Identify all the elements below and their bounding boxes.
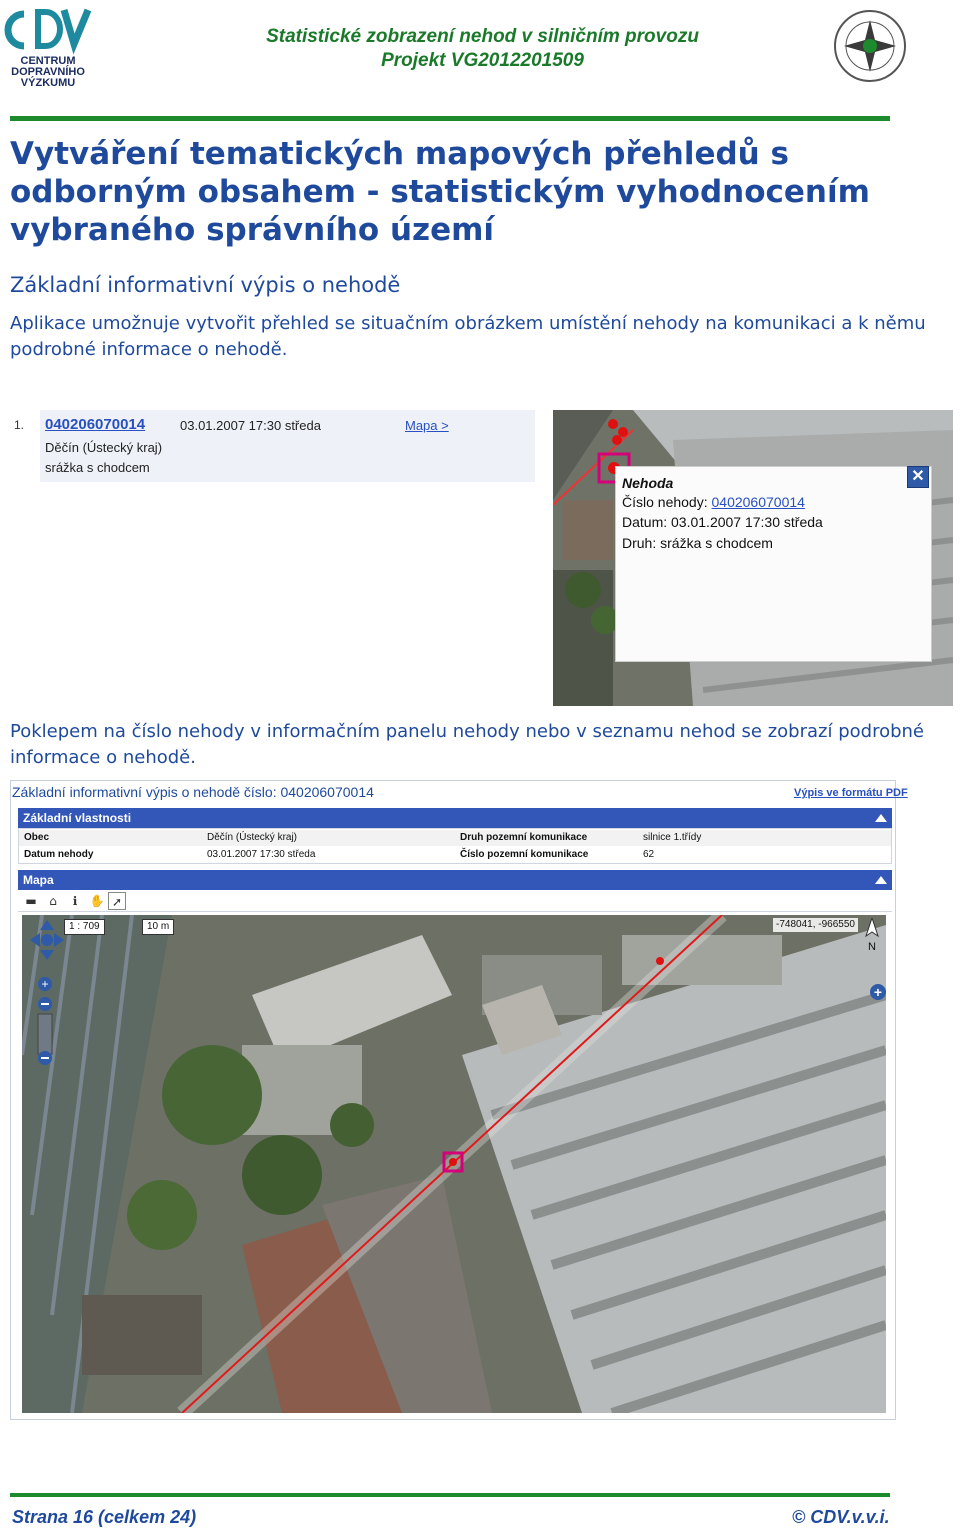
footer-rule xyxy=(10,1493,890,1497)
map-link[interactable]: Mapa > xyxy=(405,418,449,434)
scale-bar: 10 m xyxy=(142,919,175,935)
collapse-icon[interactable] xyxy=(875,814,887,822)
popup-id-label: Číslo nehody: xyxy=(622,494,708,510)
info-icon[interactable]: ℹ xyxy=(66,892,84,910)
popup-id-link[interactable]: 040206070014 xyxy=(712,494,805,510)
page-number: Strana 16 (celkem 24) xyxy=(12,1507,197,1527)
section-properties-label: Základní vlastnosti xyxy=(23,811,132,825)
page-heading: Vytváření tematických mapových přehledů … xyxy=(10,136,870,248)
logo-line-3: VÝZKUMU xyxy=(20,77,76,89)
intro-paragraph: Aplikace umožnuje vytvořit přehled se si… xyxy=(10,313,926,360)
detail-title: Základní informativní výpis o nehodě čís… xyxy=(12,784,374,800)
copyright: © CDV.v.v.i. xyxy=(792,1507,890,1527)
prop-value: Děčín (Ústecký kraj) xyxy=(207,832,298,843)
collapse-icon[interactable] xyxy=(875,876,887,884)
aerial-photo-large xyxy=(22,915,886,1413)
detail-paragraph: Poklepem na číslo nehody v informačním p… xyxy=(10,721,924,768)
map-navigation-control[interactable]: + xyxy=(30,920,64,1070)
cursor-coordinates: -748041, -966550 xyxy=(773,918,858,932)
map-scale: 1 : 709 xyxy=(64,919,105,935)
svg-text:N: N xyxy=(868,941,876,953)
accident-location: Děčín (Ústecký kraj) xyxy=(45,440,163,455)
popup-date: Datum: 03.01.2007 17:30 středa xyxy=(622,514,823,530)
header-title: Statistické zobrazení nehod v silničním … xyxy=(266,26,699,47)
cdv-logo-icon xyxy=(4,8,92,55)
prop-value: 03.01.2007 17:30 středa xyxy=(207,849,316,860)
prop-label: Datum nehody xyxy=(24,849,94,860)
table-row: Datum nehody 03.01.2007 17:30 středa Čís… xyxy=(19,847,891,863)
zoom-in-icon[interactable]: + xyxy=(870,984,886,1000)
accident-popup: Nehoda Číslo nehody: 040206070014 Datum:… xyxy=(615,466,932,662)
accident-id-link[interactable]: 040206070014 xyxy=(45,416,145,434)
properties-table: Obec Děčín (Ústecký kraj) Druh pozemní k… xyxy=(18,828,892,864)
pointer-icon[interactable]: ➚ xyxy=(108,892,126,910)
pdf-export-link[interactable]: Výpis ve formátu PDF xyxy=(794,786,908,800)
section-heading: Základní informativní výpis o nehodě xyxy=(10,273,401,297)
close-icon[interactable]: ✕ xyxy=(907,466,929,488)
section-bar-properties[interactable]: Základní vlastnosti xyxy=(18,808,892,828)
aerial-map-large[interactable] xyxy=(22,915,886,1413)
accident-datetime: 03.01.2007 17:30 středa xyxy=(180,418,321,433)
map-toolbar: ▬ ⌂ ℹ ✋ ➚ xyxy=(18,890,892,912)
popup-id-row: Číslo nehody: 040206070014 xyxy=(622,493,805,511)
pan-hand-icon[interactable]: ✋ xyxy=(88,892,106,910)
prop-label: Číslo pozemní komunikace xyxy=(460,849,589,860)
entry-number: 1. xyxy=(14,418,25,432)
popup-type: Druh: srážka s chodcem xyxy=(622,535,773,551)
police-seal-icon xyxy=(834,10,906,82)
accident-type: srážka s chodcem xyxy=(45,460,150,475)
prop-label: Druh pozemní komunikace xyxy=(460,832,588,843)
home-icon[interactable]: ⌂ xyxy=(44,892,62,910)
measure-icon[interactable]: ▬ xyxy=(22,892,40,910)
header-rule xyxy=(10,116,890,121)
north-arrow-icon: N xyxy=(865,918,879,953)
prop-value: silnice 1.třídy xyxy=(643,832,702,843)
accident-list-item[interactable]: 040206070014 03.01.2007 17:30 středa Map… xyxy=(40,410,535,482)
header-project: Projekt VG2012201509 xyxy=(381,50,584,71)
popup-title: Nehoda xyxy=(622,475,674,491)
table-row: Obec Děčín (Ústecký kraj) Druh pozemní k… xyxy=(19,830,891,846)
section-map-label: Mapa xyxy=(23,873,54,887)
prop-label: Obec xyxy=(24,832,50,843)
cdv-logo: CENTRUM DOPRAVNÍHO VÝZKUMU xyxy=(2,4,94,96)
section-bar-map[interactable]: Mapa xyxy=(18,870,892,890)
svg-text:+: + xyxy=(41,977,48,991)
prop-value: 62 xyxy=(643,849,655,860)
